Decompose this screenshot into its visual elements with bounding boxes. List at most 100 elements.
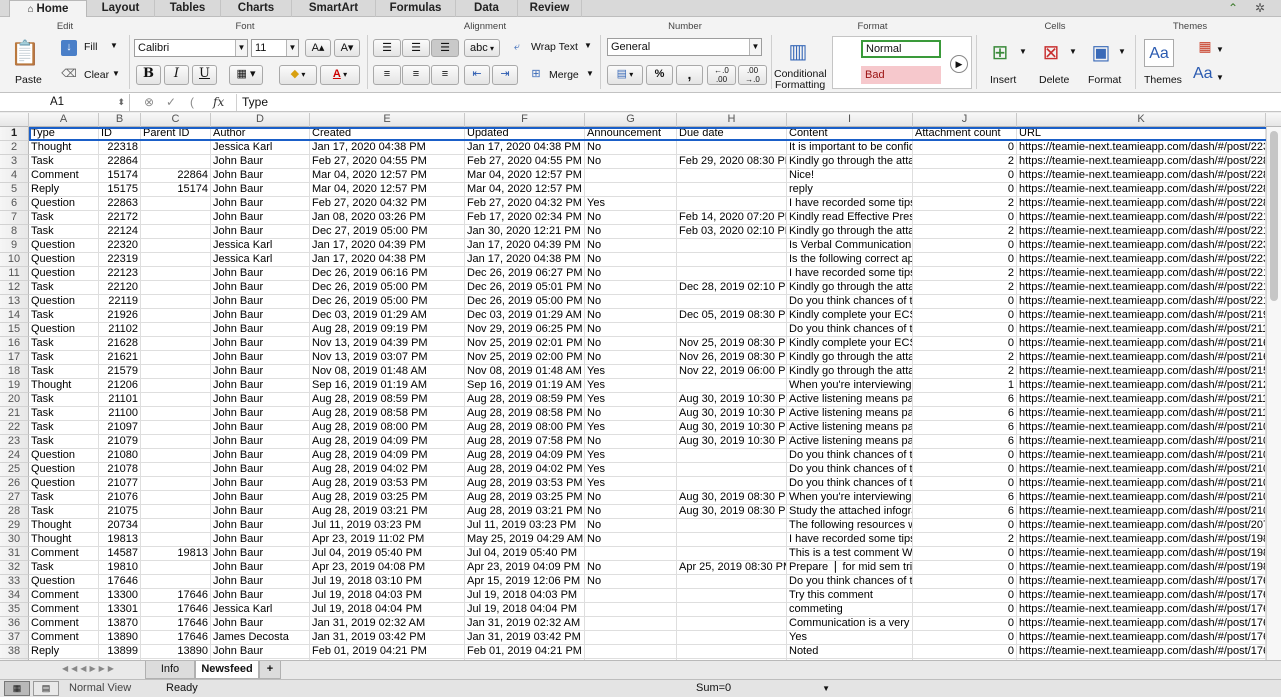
cell-b35[interactable]: 13301	[99, 603, 141, 617]
cell-e35[interactable]: Jul 19, 2018 04:04 PM	[310, 603, 465, 617]
cell-e30[interactable]: Apr 23, 2019 11:02 PM	[310, 533, 465, 547]
clear-button[interactable]: Clear	[84, 69, 109, 81]
cell-h15[interactable]	[677, 323, 787, 337]
column-header-d[interactable]: D	[211, 113, 310, 127]
cell-k12[interactable]: https://teamie-next.teamieapp.com/dash/#…	[1017, 281, 1266, 295]
cell-c12[interactable]	[141, 281, 211, 295]
cell-b3[interactable]: 22864	[99, 155, 141, 169]
cell-e5[interactable]: Mar 04, 2020 12:57 PM	[310, 183, 465, 197]
conditional-formatting-label-2[interactable]: Formatting	[775, 79, 825, 91]
cell-a38[interactable]: Reply	[29, 645, 99, 659]
cell-d29[interactable]: John Baur	[211, 519, 310, 533]
cell-k13[interactable]: https://teamie-next.teamieapp.com/dash/#…	[1017, 295, 1266, 309]
cell-k24[interactable]: https://teamie-next.teamieapp.com/dash/#…	[1017, 449, 1266, 463]
cell-k23[interactable]: https://teamie-next.teamieapp.com/dash/#…	[1017, 435, 1266, 449]
cell-a19[interactable]: Thought	[29, 379, 99, 393]
cell-a23[interactable]: Task	[29, 435, 99, 449]
cell-c32[interactable]	[141, 561, 211, 575]
cell-g16[interactable]: No	[585, 337, 677, 351]
cell-g26[interactable]: Yes	[585, 477, 677, 491]
cell-b32[interactable]: 19810	[99, 561, 141, 575]
cell-k22[interactable]: https://teamie-next.teamieapp.com/dash/#…	[1017, 421, 1266, 435]
cell-g17[interactable]: No	[585, 351, 677, 365]
cell-f30[interactable]: May 25, 2019 04:29 AM	[465, 533, 585, 547]
cell-b18[interactable]: 21579	[99, 365, 141, 379]
cell-i6[interactable]: I have recorded some tips o	[787, 197, 913, 211]
cell-g9[interactable]: No	[585, 239, 677, 253]
cell-f38[interactable]: Feb 01, 2019 04:21 PM	[465, 645, 585, 659]
percent-style-button[interactable]: %	[646, 65, 673, 85]
increase-font-size-button[interactable]: A▴	[305, 39, 331, 57]
cell-e12[interactable]: Dec 26, 2019 05:00 PM	[310, 281, 465, 295]
cell-g10[interactable]: No	[585, 253, 677, 267]
cell-j18[interactable]: 2	[913, 365, 1017, 379]
cell-b4[interactable]: 15174	[99, 169, 141, 183]
cell-f20[interactable]: Aug 28, 2019 08:59 PM	[465, 393, 585, 407]
cell-g13[interactable]: No	[585, 295, 677, 309]
cell-b1[interactable]: ID	[99, 127, 141, 141]
cell-i4[interactable]: Nice!	[787, 169, 913, 183]
cell-f6[interactable]: Feb 27, 2020 04:32 PM	[465, 197, 585, 211]
align-right-button[interactable]: ≡	[431, 65, 459, 85]
cell-g32[interactable]: No	[585, 561, 677, 575]
cell-g18[interactable]: Yes	[585, 365, 677, 379]
cell-i5[interactable]: reply	[787, 183, 913, 197]
cell-e29[interactable]: Jul 11, 2019 03:23 PM	[310, 519, 465, 533]
cell-a35[interactable]: Comment	[29, 603, 99, 617]
stepper-icon[interactable]: ⬍	[117, 94, 125, 110]
cell-e3[interactable]: Feb 27, 2020 04:55 PM	[310, 155, 465, 169]
cell-c33[interactable]	[141, 575, 211, 589]
cell-f13[interactable]: Dec 26, 2019 05:00 PM	[465, 295, 585, 309]
cancel-icon[interactable]: ⊗	[144, 94, 154, 110]
cell-f19[interactable]: Sep 16, 2019 01:19 AM	[465, 379, 585, 393]
cell-g22[interactable]: Yes	[585, 421, 677, 435]
cell-i11[interactable]: I have recorded some tips o	[787, 267, 913, 281]
cell-c13[interactable]	[141, 295, 211, 309]
cell-c28[interactable]	[141, 505, 211, 519]
column-header-a[interactable]: A	[29, 113, 99, 127]
cell-h14[interactable]: Dec 05, 2019 08:30 PM	[677, 309, 787, 323]
cell-e24[interactable]: Aug 28, 2019 04:09 PM	[310, 449, 465, 463]
tab-home[interactable]: ⌂ Home	[9, 0, 87, 18]
cell-d32[interactable]: John Baur	[211, 561, 310, 575]
cell-d37[interactable]: James Decosta	[211, 631, 310, 645]
cell-c24[interactable]	[141, 449, 211, 463]
cell-k10[interactable]: https://teamie-next.teamieapp.com/dash/#…	[1017, 253, 1266, 267]
cell-d21[interactable]: John Baur	[211, 407, 310, 421]
cell-k28[interactable]: https://teamie-next.teamieapp.com/dash/#…	[1017, 505, 1266, 519]
cell-j2[interactable]: 0	[913, 141, 1017, 155]
cell-e6[interactable]: Feb 27, 2020 04:32 PM	[310, 197, 465, 211]
cell-d38[interactable]: John Baur	[211, 645, 310, 659]
cell-a27[interactable]: Task	[29, 491, 99, 505]
style-normal[interactable]: Normal	[861, 40, 941, 58]
insert-dropdown-icon[interactable]: ▼	[1019, 47, 1027, 56]
cell-d1[interactable]: Author	[211, 127, 310, 141]
cell-e11[interactable]: Dec 26, 2019 06:16 PM	[310, 267, 465, 281]
cell-e22[interactable]: Aug 28, 2019 08:00 PM	[310, 421, 465, 435]
cell-a22[interactable]: Task	[29, 421, 99, 435]
cell-c4[interactable]: 22864	[141, 169, 211, 183]
align-center-button[interactable]: ≡	[402, 65, 430, 85]
cell-i12[interactable]: Kindly go through the attach	[787, 281, 913, 295]
cell-e19[interactable]: Sep 16, 2019 01:19 AM	[310, 379, 465, 393]
cell-c23[interactable]	[141, 435, 211, 449]
cell-b12[interactable]: 22120	[99, 281, 141, 295]
cell-i20[interactable]: Active listening means payin	[787, 393, 913, 407]
cell-d22[interactable]: John Baur	[211, 421, 310, 435]
cell-c36[interactable]: 17646	[141, 617, 211, 631]
cell-g6[interactable]: Yes	[585, 197, 677, 211]
cell-j34[interactable]: 0	[913, 589, 1017, 603]
cell-j19[interactable]: 1	[913, 379, 1017, 393]
cell-e38[interactable]: Feb 01, 2019 04:21 PM	[310, 645, 465, 659]
cell-a31[interactable]: Comment	[29, 547, 99, 561]
cell-c14[interactable]	[141, 309, 211, 323]
cell-c18[interactable]	[141, 365, 211, 379]
cell-c9[interactable]	[141, 239, 211, 253]
tab-smartart[interactable]: SmartArt	[292, 0, 376, 17]
cell-d13[interactable]: John Baur	[211, 295, 310, 309]
cell-j29[interactable]: 0	[913, 519, 1017, 533]
cell-i22[interactable]: Active listening means payin	[787, 421, 913, 435]
cell-f5[interactable]: Mar 04, 2020 12:57 PM	[465, 183, 585, 197]
cell-a11[interactable]: Question	[29, 267, 99, 281]
cell-j23[interactable]: 6	[913, 435, 1017, 449]
